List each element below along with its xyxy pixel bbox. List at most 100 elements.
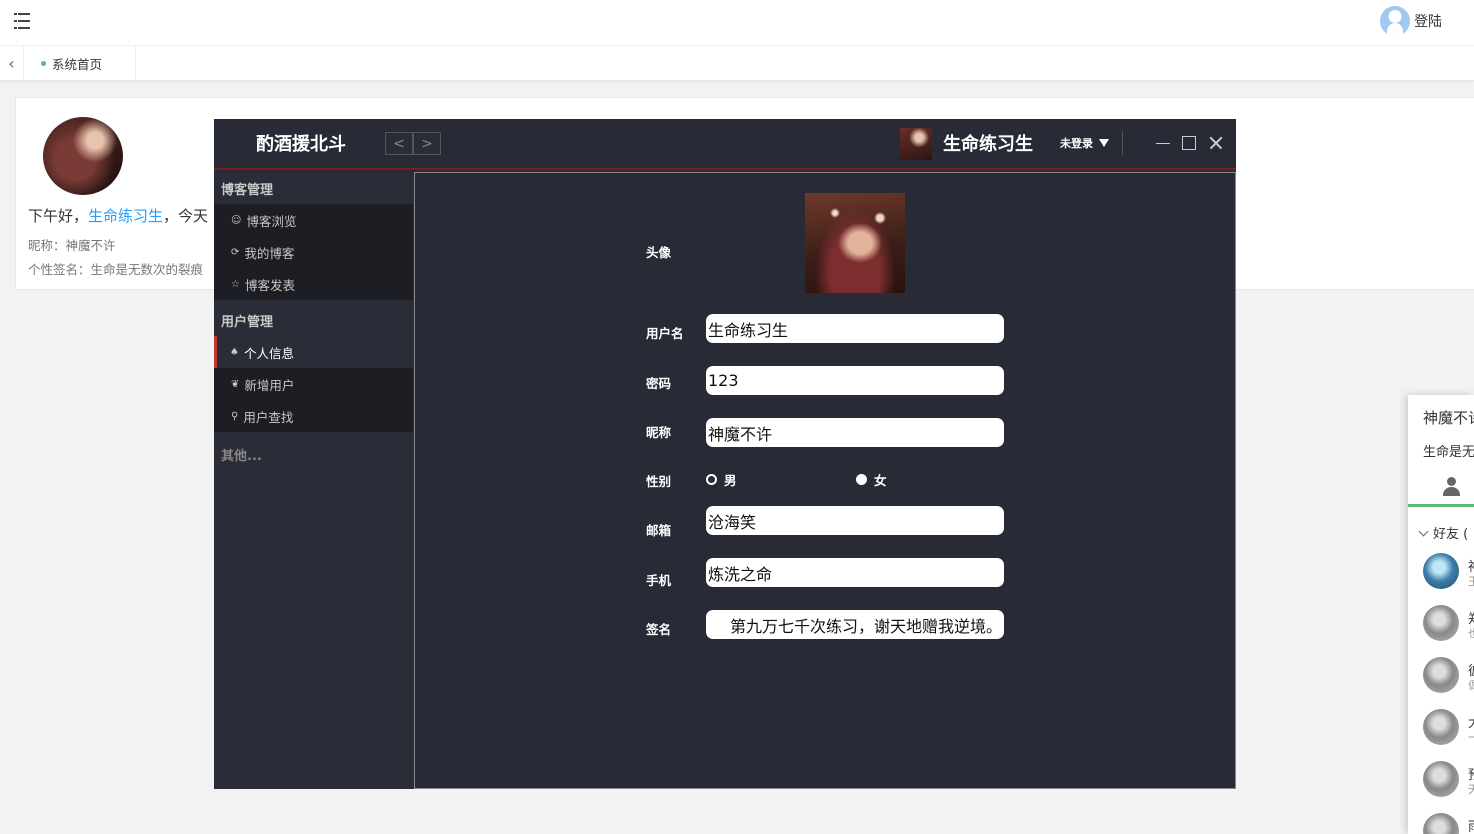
friends-group-header[interactable]: 好友 ( — [1418, 523, 1469, 542]
phone-label: 手机 — [646, 573, 672, 588]
sidebar-item-find-user[interactable]: ⚲ 用户查找 — [214, 400, 413, 432]
sidebar-item-label: 博客浏览 — [246, 213, 297, 229]
chat-tab-friends[interactable] — [1408, 467, 1474, 507]
tab-home[interactable]: 系统首页 — [24, 46, 136, 81]
profile-avatar[interactable] — [805, 193, 905, 293]
sidebar-item-label: 我的博客 — [244, 245, 295, 261]
gender-label: 性别 — [646, 474, 672, 489]
chat-user-name: 神魔不许 — [1423, 409, 1474, 427]
maximize-icon[interactable] — [1178, 132, 1200, 154]
username-field[interactable]: 生命练习生 — [706, 314, 1004, 343]
friend-item[interactable]: 彼偶 — [1423, 657, 1474, 697]
person-icon — [1442, 477, 1460, 497]
friend-desc: 一 — [1468, 731, 1474, 744]
friend-name: 雨 — [1468, 816, 1474, 834]
tab-home-label: 系统首页 — [52, 57, 103, 72]
avatar — [1423, 605, 1459, 641]
greeting-suffix: ，今天 — [163, 207, 209, 225]
friend-desc: 王 — [1468, 575, 1474, 588]
sidebar-item-label: 用户查找 — [243, 409, 294, 425]
menu-toggle-icon[interactable] — [12, 11, 32, 31]
sidebar-blog-list: ☺ 博客浏览 ⟳ 我的博客 ☆ 博客发表 — [214, 204, 413, 300]
login-label: 登陆 — [1414, 14, 1442, 30]
sidebar-item-blog-browse[interactable]: ☺ 博客浏览 — [214, 204, 413, 236]
signature-field[interactable]: 第九万七千次练习，谢天地赠我逆境。 — [706, 610, 1004, 639]
title-avatar[interactable] — [900, 128, 932, 160]
star-icon: ☆ — [231, 278, 240, 290]
search-icon: ⚲ — [231, 410, 239, 422]
active-dot-icon — [41, 61, 46, 66]
leaf-icon: ❦ — [231, 378, 240, 390]
friend-item[interactable]: 大一 — [1423, 709, 1474, 749]
spade-icon: ♠ — [230, 346, 239, 358]
avatar — [1423, 761, 1459, 797]
status-dropdown[interactable]: 未登录 — [1060, 135, 1109, 151]
close-icon[interactable] — [1205, 132, 1227, 154]
friend-desc: 偶 — [1468, 679, 1474, 692]
app-title: 酌酒援北斗 — [256, 134, 346, 155]
refresh-icon: ⟳ — [231, 246, 240, 258]
top-header: 登陆 — [0, 0, 1474, 46]
sidebar-item-label: 博客发表 — [244, 277, 295, 293]
chat-user-sign: 生命是无数次的裂痕 — [1423, 445, 1474, 460]
minimize-icon[interactable] — [1152, 132, 1174, 154]
sidebar-item-blog-publish[interactable]: ☆ 博客发表 — [214, 268, 413, 300]
chevron-down-icon — [1418, 526, 1429, 537]
avatar — [1423, 813, 1459, 834]
password-field[interactable]: 123 — [706, 366, 1004, 395]
friend-item[interactable]: 神王 — [1423, 553, 1474, 593]
window-titlebar[interactable]: 酌酒援北斗 < > 生命练习生 未登录 — [214, 119, 1236, 170]
title-user-name: 生命练习生 — [943, 134, 1033, 155]
sidebar-group-blog[interactable]: 博客管理 — [221, 179, 273, 198]
sidebar-group-other[interactable]: 其他... — [221, 445, 262, 464]
radio-checked-icon — [856, 474, 867, 485]
avatar-label: 头像 — [646, 245, 672, 260]
sidebar-item-add-user[interactable]: ❦ 新增用户 — [214, 368, 413, 400]
avatar — [1423, 553, 1459, 589]
sidebar-item-label: 个人信息 — [243, 345, 294, 361]
signature-label: 签名 — [646, 622, 672, 637]
gender-female-radio[interactable]: 女 — [856, 470, 887, 489]
status-label: 未登录 — [1060, 137, 1093, 150]
nickname-line: 昵称：神魔不许 — [28, 238, 116, 253]
nav-back-button[interactable]: < — [385, 132, 413, 155]
user-avatar-icon — [1380, 6, 1410, 36]
sidebar-group-user[interactable]: 用户管理 — [221, 311, 273, 330]
chat-panel: 神魔不许 生命是无数次的裂痕 好友 ( 神王 郑也 彼偶 大一 预天 雨 — [1408, 395, 1474, 834]
sidebar-item-label: 新增用户 — [244, 377, 295, 393]
avatar — [1423, 657, 1459, 693]
friend-item[interactable]: 雨 — [1423, 813, 1474, 834]
titlebar-divider — [1122, 131, 1123, 155]
app-window: 酌酒援北斗 < > 生命练习生 未登录 博客管理 ☺ 博客浏览 ⟳ 我的博客 ☆ 博客… — [214, 119, 1236, 789]
greeting-name[interactable]: 生命练习生 — [88, 207, 163, 225]
nickname-label: 昵称 — [646, 425, 672, 440]
gender-male-label: 男 — [724, 473, 737, 488]
sidebar: 博客管理 ☺ 博客浏览 ⟳ 我的博客 ☆ 博客发表 用户管理 ♠ 个人信息 ❦ 新增用户 … — [214, 172, 414, 789]
welcome-avatar — [43, 117, 123, 195]
sidebar-item-my-blog[interactable]: ⟳ 我的博客 — [214, 236, 413, 268]
avatar — [1423, 709, 1459, 745]
password-label: 密码 — [646, 376, 672, 391]
phone-field[interactable]: 炼洗之命 — [706, 558, 1004, 587]
friends-group-label: 好友 ( — [1433, 527, 1469, 542]
friend-item[interactable]: 预天 — [1423, 761, 1474, 801]
login-button[interactable]: 登陆 — [1380, 6, 1442, 36]
tab-scroll-left-icon[interactable]: ‹ — [0, 46, 24, 81]
smiley-icon: ☺ — [231, 214, 242, 226]
sidebar-item-profile[interactable]: ♠ 个人信息 — [214, 336, 413, 368]
sidebar-user-list: ♠ 个人信息 ❦ 新增用户 ⚲ 用户查找 — [214, 336, 413, 432]
email-field[interactable]: 沧海笑 — [706, 506, 1004, 535]
gender-male-radio[interactable]: 男 — [706, 470, 737, 489]
nickname-field[interactable]: 神魔不许 — [706, 418, 1004, 447]
username-label: 用户名 — [646, 326, 684, 341]
greeting: 下午好，生命练习生，今天 — [28, 205, 208, 226]
profile-form: 头像 用户名 生命练习生 密码 123 昵称 神魔不许 性别 男 女 邮箱 沧海… — [414, 172, 1236, 789]
friend-item[interactable]: 郑也 — [1423, 605, 1474, 645]
signature-line: 个性签名：生命是无数次的裂痕 — [28, 262, 204, 277]
dropdown-arrow-icon — [1099, 139, 1109, 147]
tab-bar: ‹ 系统首页 — [0, 46, 1474, 81]
nav-forward-button[interactable]: > — [413, 132, 441, 155]
greeting-prefix: 下午好， — [28, 207, 89, 225]
radio-unchecked-icon — [706, 474, 717, 485]
gender-female-label: 女 — [874, 473, 887, 488]
